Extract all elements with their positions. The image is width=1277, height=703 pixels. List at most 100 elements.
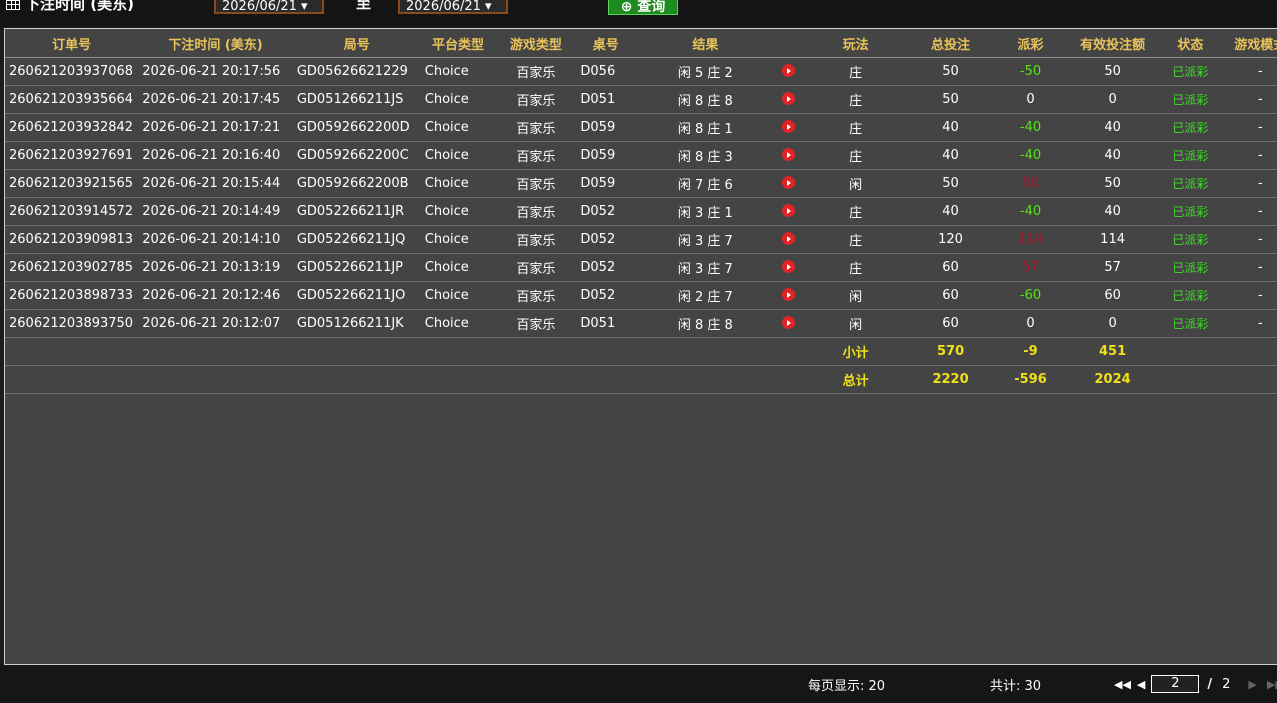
payout-cell: -40 (991, 113, 1070, 142)
round-id-cell[interactable]: GD0592662200B (292, 169, 421, 198)
col-bet-type[interactable]: 玩法 (801, 29, 911, 58)
query-button[interactable]: ⊕ 查询 (608, 0, 678, 15)
col-valid-bet[interactable]: 有效投注额 (1069, 29, 1156, 58)
platform-cell: Choice (420, 197, 496, 226)
grand-total-label: 总计 (801, 365, 911, 394)
table-row[interactable]: 260621203902785 2026-06-21 20:13:19 GD0522… (5, 253, 1277, 282)
play-replay-icon[interactable] (782, 288, 796, 301)
grand-total-payout: -596 (991, 365, 1070, 394)
col-result[interactable]: 结果 (635, 29, 776, 58)
round-id-cell[interactable]: GD0592662200C (292, 141, 421, 170)
game-mode-cell: - (1225, 113, 1277, 142)
round-id-cell[interactable]: GD052266211JR (292, 197, 421, 226)
status-cell: 已派彩 (1155, 225, 1226, 254)
round-id-cell[interactable]: GD052266211JQ (292, 225, 421, 254)
col-table-id[interactable]: 桌号 (576, 29, 636, 58)
game-type-cell: 百家乐 (495, 281, 577, 310)
payout-cell: 50 (991, 169, 1070, 198)
order-id-cell[interactable]: 260621203935664 (5, 85, 139, 114)
game-mode-cell: - (1225, 57, 1277, 86)
result-cell: 闲 2 庄 7 (635, 281, 776, 310)
play-replay-icon[interactable] (782, 120, 796, 133)
play-replay-icon[interactable] (782, 64, 796, 77)
table-row[interactable]: 260621203893750 2026-06-21 20:12:07 GD0512… (5, 309, 1277, 338)
platform-cell: Choice (420, 253, 496, 282)
from-date-select[interactable]: 2026/06/21 ▾ (214, 0, 324, 14)
subtotal-total-bet: 570 (910, 337, 992, 366)
order-id-cell[interactable]: 260621203932842 (5, 113, 139, 142)
last-page-icon[interactable]: ▶▶ (1267, 678, 1277, 691)
bet-time-cell: 2026-06-21 20:16:40 (138, 141, 293, 170)
round-id-cell[interactable]: GD052266211JP (292, 253, 421, 282)
order-id-cell[interactable]: 260621203893750 (5, 309, 139, 338)
order-id-cell[interactable]: 260621203914572 (5, 197, 139, 226)
total-bet-cell: 60 (910, 253, 992, 282)
table-row[interactable]: 260621203932842 2026-06-21 20:17:21 GD0592… (5, 113, 1277, 142)
platform-cell: Choice (420, 85, 496, 114)
round-id-cell[interactable]: GD051266211JK (292, 309, 421, 338)
col-payout[interactable]: 派彩 (991, 29, 1070, 58)
play-replay-icon[interactable] (782, 92, 796, 105)
order-id-cell[interactable]: 260621203898733 (5, 281, 139, 310)
valid-bet-cell: 60 (1069, 281, 1156, 310)
table-row[interactable]: 260621203937068 2026-06-21 20:17:56 GD0562… (5, 57, 1277, 86)
bet-type-cell: 闲 (801, 169, 911, 198)
total-bet-cell: 40 (910, 141, 992, 170)
game-mode-cell: - (1225, 197, 1277, 226)
to-date-select[interactable]: 2026/06/21 ▾ (398, 0, 508, 14)
payout-cell: -40 (991, 141, 1070, 170)
play-replay-icon[interactable] (782, 204, 796, 217)
valid-bet-cell: 0 (1069, 309, 1156, 338)
table-id-cell: D052 (576, 253, 636, 282)
game-mode-cell: - (1225, 253, 1277, 282)
table-row[interactable]: 260621203921565 2026-06-21 20:15:44 GD0592… (5, 169, 1277, 198)
valid-bet-cell: 40 (1069, 113, 1156, 142)
order-id-cell[interactable]: 260621203921565 (5, 169, 139, 198)
col-order-id[interactable]: 订单号 (5, 29, 139, 58)
grand-total-valid-bet: 2024 (1069, 365, 1156, 394)
round-id-cell[interactable]: GD051266211JS (292, 85, 421, 114)
order-id-cell[interactable]: 260621203909813 (5, 225, 139, 254)
play-replay-icon[interactable] (782, 232, 796, 245)
valid-bet-cell: 57 (1069, 253, 1156, 282)
col-status[interactable]: 状态 (1155, 29, 1226, 58)
total-bet-cell: 50 (910, 169, 992, 198)
first-page-icon[interactable]: ◀◀ (1114, 678, 1131, 691)
play-replay-icon[interactable] (782, 316, 796, 329)
total-bet-cell: 50 (910, 57, 992, 86)
replay-cell (775, 225, 802, 254)
round-id-cell[interactable]: GD0592662200D (292, 113, 421, 142)
game-type-cell: 百家乐 (495, 253, 577, 282)
bet-type-cell: 庄 (801, 57, 911, 86)
col-bet-time[interactable]: 下注时间 (美东) (138, 29, 293, 58)
col-total-bet[interactable]: 总投注 (910, 29, 992, 58)
play-replay-icon[interactable] (782, 260, 796, 273)
table-row[interactable]: 260621203898733 2026-06-21 20:12:46 GD0522… (5, 281, 1277, 310)
per-page-label: 每页显示: 20 (808, 679, 886, 694)
play-replay-icon[interactable] (782, 176, 796, 189)
round-id-cell[interactable]: GD05626621229 (292, 57, 421, 86)
platform-cell: Choice (420, 141, 496, 170)
game-mode-cell: - (1225, 141, 1277, 170)
col-game-type[interactable]: 游戏类型 (495, 29, 577, 58)
date-filter-label: 下注时间 (美东) (6, 0, 134, 14)
replay-cell (775, 281, 802, 310)
table-row[interactable]: 260621203909813 2026-06-21 20:14:10 GD0522… (5, 225, 1277, 254)
play-replay-icon[interactable] (782, 148, 796, 161)
col-platform[interactable]: 平台类型 (420, 29, 496, 58)
table-row[interactable]: 260621203935664 2026-06-21 20:17:45 GD0512… (5, 85, 1277, 114)
next-page-icon[interactable]: ▶ (1248, 678, 1256, 691)
prev-page-icon[interactable]: ◀ (1137, 678, 1145, 691)
order-id-cell[interactable]: 260621203937068 (5, 57, 139, 86)
bet-time-cell: 2026-06-21 20:17:45 (138, 85, 293, 114)
game-mode-cell: - (1225, 309, 1277, 338)
table-row[interactable]: 260621203914572 2026-06-21 20:14:49 GD0522… (5, 197, 1277, 226)
col-game-mode[interactable]: 游戏模式 (1225, 29, 1277, 58)
col-round-id[interactable]: 局号 (292, 29, 421, 58)
round-id-cell[interactable]: GD052266211JO (292, 281, 421, 310)
page-number-input[interactable]: 2 (1151, 675, 1200, 693)
table-row[interactable]: 260621203927691 2026-06-21 20:16:40 GD0592… (5, 141, 1277, 170)
order-id-cell[interactable]: 260621203927691 (5, 141, 139, 170)
order-id-cell[interactable]: 260621203902785 (5, 253, 139, 282)
subtotal-valid-bet: 451 (1069, 337, 1156, 366)
